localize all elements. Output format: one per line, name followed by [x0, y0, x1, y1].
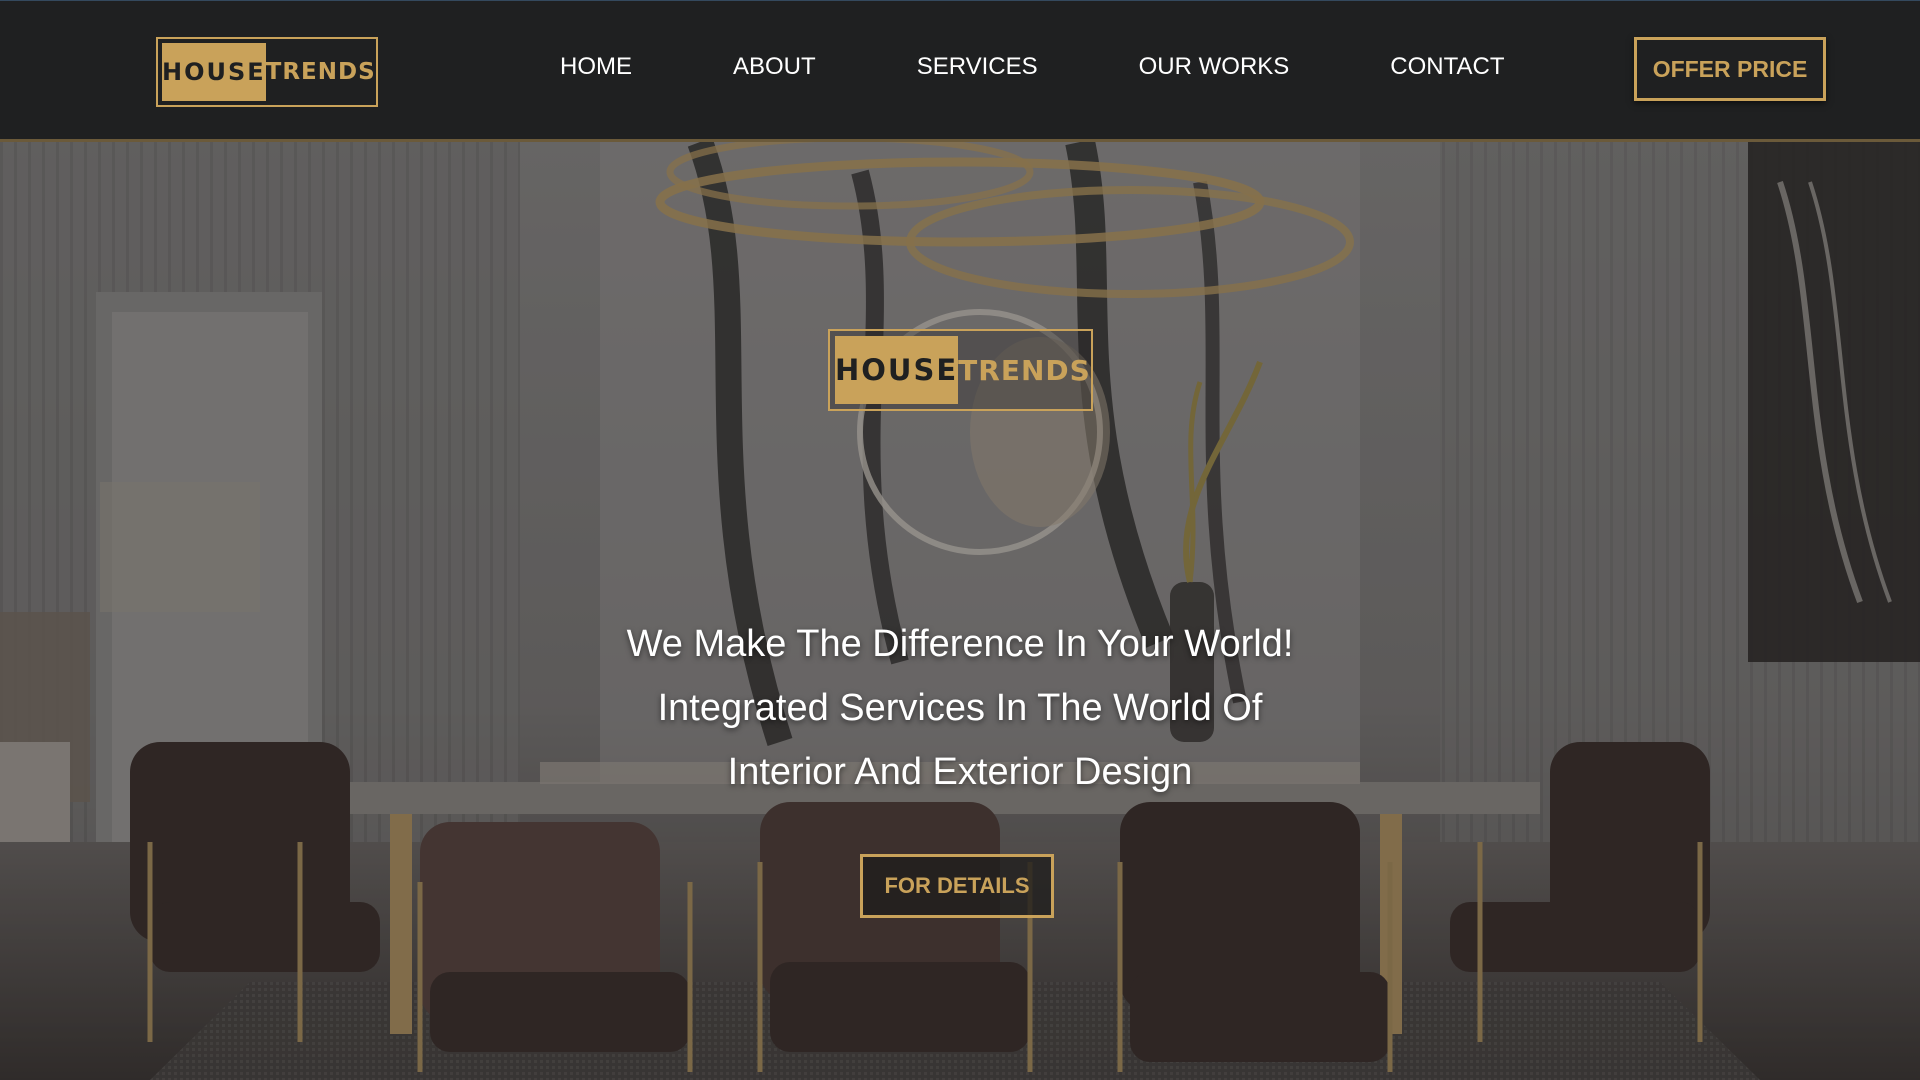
nav-item-contact[interactable]: CONTACT: [1390, 53, 1504, 81]
nav-item-home[interactable]: HOME: [560, 53, 632, 81]
nav-item-about[interactable]: ABOUT: [733, 53, 816, 81]
hero-tagline-line-3: Interior And Exterior Design: [727, 751, 1193, 793]
offer-price-button[interactable]: OFFER PRICE: [1634, 37, 1826, 101]
hero-tagline-line-2: Integrated Services In The World Of: [657, 687, 1263, 729]
hero-logo-word-trends: TRENDS: [958, 353, 1091, 387]
nav-item-services[interactable]: SERVICES: [917, 53, 1038, 81]
hero-tagline-line-1: We Make The Difference In Your World!: [626, 623, 1294, 665]
for-details-button[interactable]: FOR DETAILS: [860, 854, 1054, 918]
hero-logo-word-house: HOUSE: [835, 336, 959, 404]
main-nav: HOME ABOUT SERVICES OUR WORKS CONTACT: [560, 53, 1505, 81]
hero-section: HOUSE TRENDS We Make The Difference In Y…: [0, 142, 1920, 1080]
page: HOUSE TRENDS HOME ABOUT SERVICES OUR WOR…: [0, 0, 1920, 1080]
hero-tagline: We Make The Difference In Your World! In…: [460, 612, 1460, 804]
header-logo[interactable]: HOUSE TRENDS: [156, 37, 378, 107]
hero-dark-overlay: [0, 142, 1920, 1080]
logo-word-trends: TRENDS: [265, 59, 376, 85]
site-header: HOUSE TRENDS HOME ABOUT SERVICES OUR WOR…: [0, 0, 1920, 142]
logo-word-house: HOUSE: [162, 43, 266, 101]
hero-logo: HOUSE TRENDS: [828, 329, 1093, 411]
nav-item-our-works[interactable]: OUR WORKS: [1139, 53, 1290, 81]
